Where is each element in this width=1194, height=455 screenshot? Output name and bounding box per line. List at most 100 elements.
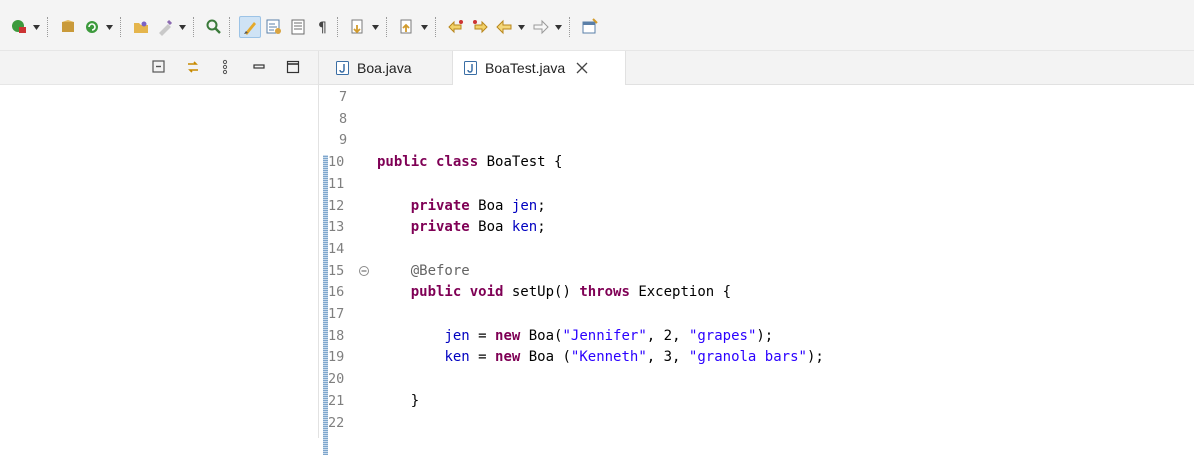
line-number: 13 [328,219,345,236]
external-tools-button[interactable] [154,16,176,38]
line-number: 12 [328,197,345,214]
string-token: "granola bars" [688,349,807,366]
line-number: 14 [328,240,345,257]
search-button[interactable] [203,16,225,38]
next-annotation-button[interactable] [347,16,369,38]
code-token: } [377,392,420,409]
prev-annotation-dropdown[interactable] [420,16,429,38]
code-line[interactable]: 16 public void setUp() throws Exception … [319,282,1194,303]
toolbar-separator [120,17,124,37]
back-button[interactable] [493,16,515,38]
highlight-button[interactable] [239,16,261,38]
pilcrow-button[interactable]: ¶ [311,16,333,38]
forward-dropdown[interactable] [554,16,563,38]
java-file-icon [464,61,477,75]
code-text: @Before [377,261,470,282]
minimize-icon[interactable] [250,58,268,76]
code-line[interactable]: 18 jen = new Boa("Jennifer", 2, "grapes"… [319,326,1194,347]
keyword-token: private [410,219,470,236]
toolbar-separator [337,17,341,37]
code-line[interactable]: 11 [319,174,1194,195]
line-number: 7 [339,89,348,105]
next-edit-button[interactable] [469,16,491,38]
code-area[interactable]: 7 8 9 10 public class BoaTest { 11 12 private … [319,85,1194,455]
link-with-editor-icon[interactable] [184,58,202,76]
code-token: setUp() [503,284,580,301]
tab-boatest-java[interactable]: BoaTest.java [452,51,626,85]
keyword-token: new [495,349,521,366]
toolbar-separator [229,17,233,37]
show-source-button[interactable] [287,16,309,38]
tab-boa-java[interactable]: Boa.java [325,51,450,84]
keyword-token: class [436,154,479,171]
code-line[interactable]: 9 [319,130,1194,151]
package-explorer-pane [0,51,319,438]
code-token: Boa( [520,327,563,344]
back-dropdown[interactable] [517,16,526,38]
line-number: 11 [328,175,345,192]
chevron-down-icon [372,24,379,30]
package-button[interactable] [57,16,79,38]
code-line[interactable]: 22 [319,413,1194,434]
prev-annotation-button[interactable] [396,16,418,38]
code-line[interactable]: 7 [319,87,1194,108]
collapse-all-icon[interactable] [150,58,168,76]
next-edit-icon [473,20,488,34]
code-token: , 2, [646,327,689,344]
external-tools-icon [159,19,173,36]
refresh-button[interactable] [81,16,103,38]
pin-editor-button[interactable] [579,16,601,38]
line-number: 18 [328,327,345,344]
chevron-down-icon [518,24,525,30]
code-line[interactable]: 13 private Boa ken; [319,217,1194,238]
toolbar-separator [569,17,573,37]
code-line[interactable]: 20 [319,369,1194,390]
block-selection-button[interactable] [263,16,285,38]
chevron-down-icon [555,24,562,30]
line-number: 20 [328,371,345,388]
maximize-icon[interactable] [284,58,302,76]
code-line[interactable]: 10 public class BoaTest { [319,152,1194,173]
java-file-icon [336,60,349,75]
code-token: ); [806,349,824,366]
external-tools-dropdown[interactable] [178,16,187,38]
refresh-dropdown[interactable] [105,16,114,38]
fold-collapse-icon[interactable] [358,265,370,277]
prev-annotation-icon [400,19,412,34]
open-folder-button[interactable] [130,16,152,38]
close-icon[interactable] [575,61,589,75]
run-config-icon [12,20,26,33]
chevron-down-icon [421,24,428,30]
code-text: private Boa jen; [377,196,546,217]
code-token: = [469,349,496,366]
code-line[interactable]: 15 @Before [319,261,1194,282]
line-number: 21 [328,392,345,409]
last-edit-icon [448,20,463,34]
code-token: ); [756,327,774,344]
forward-button[interactable] [530,16,552,38]
last-edit-button[interactable] [445,16,467,38]
code-line[interactable]: 8 [319,109,1194,130]
refresh-icon [86,21,98,33]
line-number: 16 [328,284,345,301]
code-line[interactable]: 14 [319,239,1194,260]
run-config-dropdown[interactable] [32,16,41,38]
code-line[interactable]: 19 ken = new Boa ("Kenneth", 3, "granola… [319,347,1194,368]
code-line[interactable]: 17 [319,304,1194,325]
keyword-token: void [469,284,504,301]
forward-icon [533,19,549,35]
back-icon [496,19,512,35]
code-line[interactable]: 12 private Boa jen; [319,196,1194,217]
next-annotation-dropdown[interactable] [371,16,380,38]
svg-text:¶: ¶ [318,20,327,36]
view-menu-icon[interactable] [216,58,234,76]
code-token: Boa ( [520,349,571,366]
run-config-button[interactable] [8,16,30,38]
code-line[interactable]: 21 } [319,391,1194,412]
line-number: 17 [328,306,345,322]
code-token: BoaTest { [478,154,563,171]
